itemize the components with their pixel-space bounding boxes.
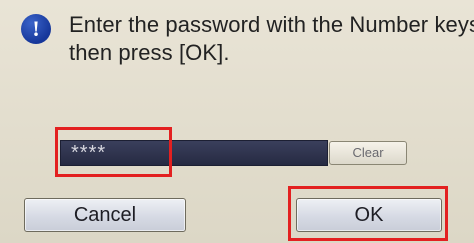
- cancel-button[interactable]: Cancel: [24, 198, 186, 232]
- dialog-message: Enter the password with the Number keys,…: [69, 11, 474, 67]
- message-line-2: then press [OK].: [69, 40, 230, 65]
- ok-button[interactable]: OK: [296, 198, 442, 232]
- info-icon: !: [21, 14, 51, 44]
- message-line-1: Enter the password with the Number keys,: [69, 12, 474, 37]
- clear-button[interactable]: Clear: [329, 141, 407, 165]
- password-masked-value: ****: [71, 142, 107, 164]
